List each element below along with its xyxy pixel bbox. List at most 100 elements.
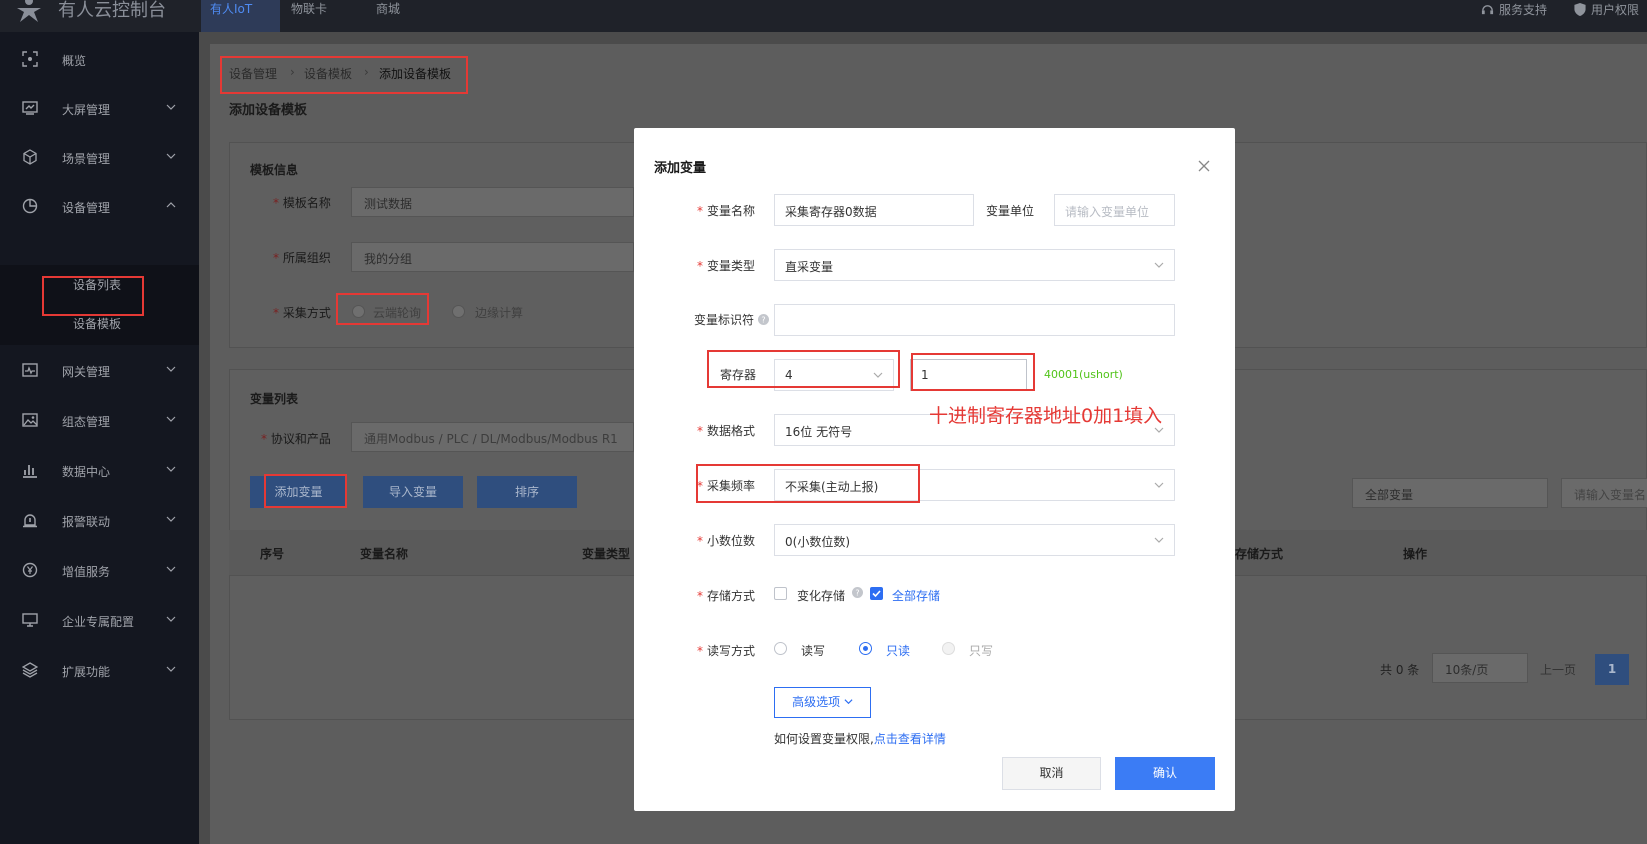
headset-icon bbox=[1481, 4, 1494, 14]
group-select[interactable]: 我的分组 bbox=[351, 242, 634, 272]
help-icon: ? bbox=[757, 314, 769, 325]
var-identifier-input[interactable] bbox=[774, 304, 1175, 336]
chevron-down-icon bbox=[166, 466, 176, 472]
sidebar: 概览 大屏管理 场景管理 设备管理 设备列表 设备模板 网关管理 组态管理 数据… bbox=[0, 32, 199, 844]
shield-icon bbox=[1574, 2, 1586, 16]
user-permission-link[interactable]: 用户权限 bbox=[1574, 0, 1639, 18]
table-header-type: 变量类型 bbox=[582, 547, 631, 561]
var-type-value: 直采变量 bbox=[785, 260, 834, 274]
dialog-title: 添加变量 bbox=[654, 161, 707, 176]
sidebar-item-overview[interactable]: 概览 bbox=[0, 39, 199, 79]
tab-mall[interactable]: 商城 bbox=[376, 0, 400, 32]
yen-icon bbox=[22, 562, 38, 578]
layers-icon bbox=[22, 662, 38, 678]
chevron-down-icon bbox=[166, 366, 176, 372]
table-header-index: 序号 bbox=[260, 547, 285, 561]
tab-iot[interactable]: 有人IoT bbox=[201, 0, 280, 32]
decimal-select[interactable]: 0(小数位数) bbox=[774, 524, 1175, 556]
table-header-action: 操作 bbox=[1403, 547, 1428, 561]
chevron-down-icon bbox=[844, 699, 853, 705]
sidebar-item-label: 增值服务 bbox=[62, 565, 111, 579]
import-variable-button[interactable]: 导入变量 bbox=[363, 476, 463, 508]
var-type-label: * 变量类型 bbox=[697, 259, 756, 273]
sidebar-subitem-device-template[interactable]: 设备模板 bbox=[73, 315, 121, 332]
sidebar-item-label: 组态管理 bbox=[62, 415, 111, 429]
bar-chart-icon bbox=[23, 465, 37, 478]
cancel-button[interactable]: 取消 bbox=[1002, 757, 1101, 790]
chevron-down-icon bbox=[1154, 482, 1164, 488]
pager-current[interactable]: 1 bbox=[1595, 654, 1629, 685]
sidebar-item-label: 企业专属配置 bbox=[62, 615, 135, 629]
sidebar-item-screen[interactable]: 大屏管理 bbox=[0, 88, 199, 128]
sidebar-item-config[interactable]: 组态管理 bbox=[0, 400, 199, 440]
close-icon[interactable] bbox=[1198, 160, 1210, 172]
support-label: 服务支持 bbox=[1499, 2, 1548, 17]
data-format-value: 16位 无符号 bbox=[785, 425, 853, 439]
collect-method-label: * 采集方式 bbox=[273, 306, 331, 320]
gateway-icon bbox=[22, 363, 38, 377]
add-variable-dialog: 添加变量 * 变量名称 采集寄存器0数据 变量单位 请输入变量单位 * 变量类型 直… bbox=[634, 128, 1235, 811]
store-all-checkbox[interactable] bbox=[870, 587, 883, 600]
store-on-change-checkbox[interactable] bbox=[774, 587, 787, 600]
sidebar-item-extension[interactable]: 扩展功能 bbox=[0, 650, 199, 690]
sidebar-item-value-added[interactable]: 增值服务 bbox=[0, 550, 199, 590]
page-title: 添加设备模板 bbox=[229, 103, 308, 118]
user-permission-label: 用户权限 bbox=[1591, 2, 1640, 17]
support-link[interactable]: 服务支持 bbox=[1481, 0, 1547, 18]
sidebar-item-scene[interactable]: 场景管理 bbox=[0, 137, 199, 177]
var-type-select[interactable]: 直采变量 bbox=[774, 249, 1175, 281]
template-name-input[interactable]: 测试数据 bbox=[351, 187, 634, 217]
protocol-label: * 协议和产品 bbox=[261, 432, 331, 446]
sidebar-item-device[interactable]: 设备管理 bbox=[0, 186, 199, 226]
decimal-value: 0(小数位数) bbox=[785, 535, 850, 549]
help-icon: ? bbox=[852, 587, 863, 598]
rw-writeonly-radio[interactable] bbox=[942, 642, 955, 655]
protocol-select[interactable]: 通用Modbus / PLC / DL/Modbus/Modbus R1 bbox=[351, 422, 634, 452]
sidebar-item-label: 网关管理 bbox=[62, 365, 111, 379]
sidebar-item-enterprise[interactable]: 企业专属配置 bbox=[0, 600, 199, 640]
sidebar-item-alarm[interactable]: 报警联动 bbox=[0, 500, 199, 540]
image-icon bbox=[22, 413, 38, 427]
monitor-icon bbox=[22, 613, 38, 627]
annotation-add-variable-box bbox=[264, 474, 347, 508]
variable-search-input[interactable]: 请输入变量名 bbox=[1561, 478, 1647, 508]
var-name-input[interactable]: 采集寄存器0数据 bbox=[774, 194, 974, 226]
store-all-label: 全部存储 bbox=[892, 589, 941, 603]
chevron-down-icon bbox=[1154, 537, 1164, 543]
check-icon bbox=[872, 590, 881, 598]
chevron-down-icon bbox=[166, 666, 176, 672]
sidebar-item-data-center[interactable]: 数据中心 bbox=[0, 450, 199, 490]
group-label: * 所属组织 bbox=[273, 251, 331, 265]
screen-icon bbox=[22, 101, 38, 115]
var-identifier-label: 变量标识符 ? bbox=[694, 311, 769, 328]
pager-total: 共 0 条 bbox=[1380, 663, 1420, 677]
collect-edge-label: 边缘计算 bbox=[475, 306, 524, 320]
sidebar-item-gateway[interactable]: 网关管理 bbox=[0, 350, 199, 390]
chevron-down-icon bbox=[166, 416, 176, 422]
chevron-down-icon bbox=[166, 104, 176, 110]
sort-button[interactable]: 排序 bbox=[477, 476, 577, 508]
annotation-register-box bbox=[707, 350, 900, 388]
var-name-label: * 变量名称 bbox=[697, 204, 756, 218]
sidebar-item-label: 报警联动 bbox=[62, 515, 111, 529]
chevron-up-icon bbox=[166, 202, 176, 208]
confirm-button[interactable]: 确认 bbox=[1115, 757, 1215, 790]
tab-iot-card[interactable]: 物联卡 bbox=[291, 0, 327, 32]
rw-writeonly-label: 只写 bbox=[969, 644, 994, 658]
rw-readonly-radio[interactable] bbox=[859, 642, 872, 655]
svg-text:?: ? bbox=[855, 589, 859, 598]
var-unit-input[interactable]: 请输入变量单位 bbox=[1054, 194, 1175, 226]
annotation-register-note: 十进制寄存器地址0加1填入 bbox=[929, 405, 1163, 427]
pager-size-select[interactable]: 10条/页 bbox=[1432, 653, 1528, 683]
collect-edge-radio[interactable] bbox=[452, 305, 465, 318]
rw-readwrite-radio[interactable] bbox=[774, 642, 787, 655]
advanced-options-button[interactable]: 高级选项 bbox=[774, 687, 871, 718]
table-header-storage: 存储方式 bbox=[1235, 547, 1284, 561]
pager-prev[interactable]: 上一页 bbox=[1540, 661, 1576, 678]
sidebar-item-label: 场景管理 bbox=[62, 152, 111, 166]
permission-help-link[interactable]: 点击查看详情 bbox=[874, 732, 946, 746]
register-address-hint: 40001(ushort) bbox=[1044, 368, 1123, 381]
store-on-change-label: 变化存储 bbox=[797, 589, 846, 603]
variable-filter-select[interactable]: 全部变量 bbox=[1352, 478, 1548, 508]
svg-text:?: ? bbox=[761, 316, 765, 325]
